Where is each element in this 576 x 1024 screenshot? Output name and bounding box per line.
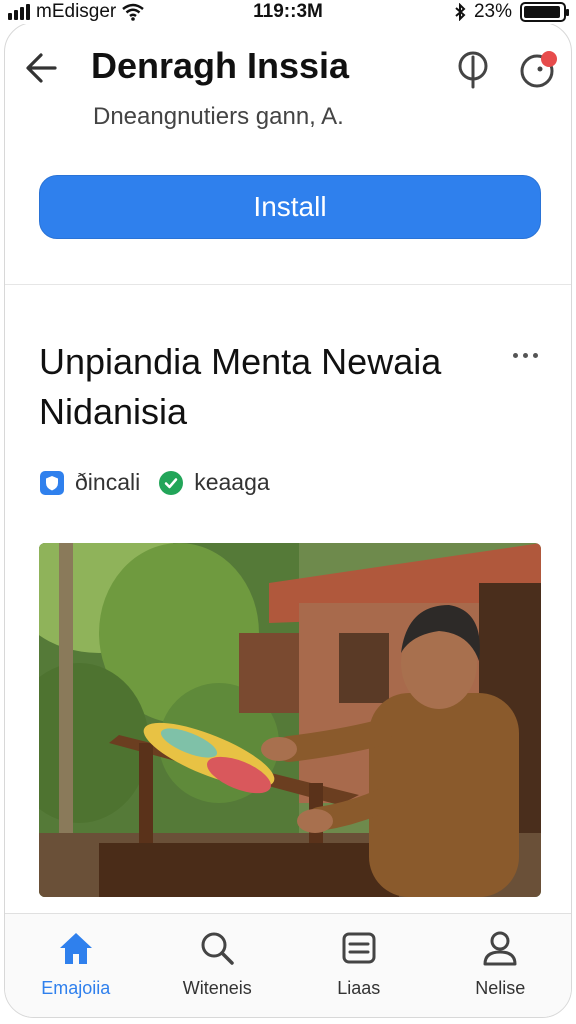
person-icon: [483, 931, 517, 966]
tag-label: keaaga: [194, 469, 270, 495]
photo-illustration: [39, 543, 541, 897]
nav-label: Witeneis: [182, 978, 252, 998]
tag-item[interactable]: ðincali: [39, 469, 140, 496]
app-subtitle: Dneangnutiers gann, A.: [93, 103, 344, 130]
tag-list: ðincali keaaga: [39, 469, 288, 496]
home-icon: [59, 933, 92, 964]
check-circle-icon: [159, 470, 184, 495]
article-photo[interactable]: [39, 543, 541, 897]
nav-label: Emajoiia: [41, 978, 111, 998]
app-frame: Denragh Inssia Dneangnutiers gann, A. In…: [4, 22, 572, 1018]
shield-icon: [40, 470, 64, 495]
bluetooth-icon: [455, 3, 466, 21]
status-right: 23%: [454, 1, 569, 23]
app-title: Denragh Inssia: [91, 45, 350, 86]
article-title: Unpiandia Menta Newaia Nidanisia: [39, 341, 442, 432]
nav-item-list[interactable]: Liaas: [288, 914, 430, 1017]
back-arrow-icon[interactable]: [21, 47, 63, 89]
bottom-nav: Emajoiia Witeneis Liaas Nelise: [5, 913, 571, 1017]
battery-icon: [520, 2, 569, 22]
app-header: Denragh Inssia Dneangnutiers gann, A. In…: [5, 23, 571, 285]
nav-item-home[interactable]: Emajoiia: [5, 914, 147, 1017]
more-options-icon[interactable]: [507, 345, 543, 365]
search-icon: [201, 932, 234, 965]
tag-item[interactable]: keaaga: [158, 469, 270, 496]
pin-icon[interactable]: [453, 49, 493, 89]
list-icon: [342, 932, 376, 964]
nav-item-profile[interactable]: Nelise: [430, 914, 572, 1017]
tag-label: ðincali: [75, 469, 141, 495]
install-button[interactable]: Install: [39, 175, 541, 239]
nav-label: Nelise: [475, 978, 526, 998]
battery-level: [524, 6, 560, 18]
notification-icon[interactable]: [517, 47, 561, 91]
nav-label: Liaas: [337, 978, 381, 998]
battery-percent: 23%: [473, 1, 512, 22]
nav-item-search[interactable]: Witeneis: [147, 914, 289, 1017]
status-bar: mEdisger 119::3M 23%: [0, 0, 576, 24]
